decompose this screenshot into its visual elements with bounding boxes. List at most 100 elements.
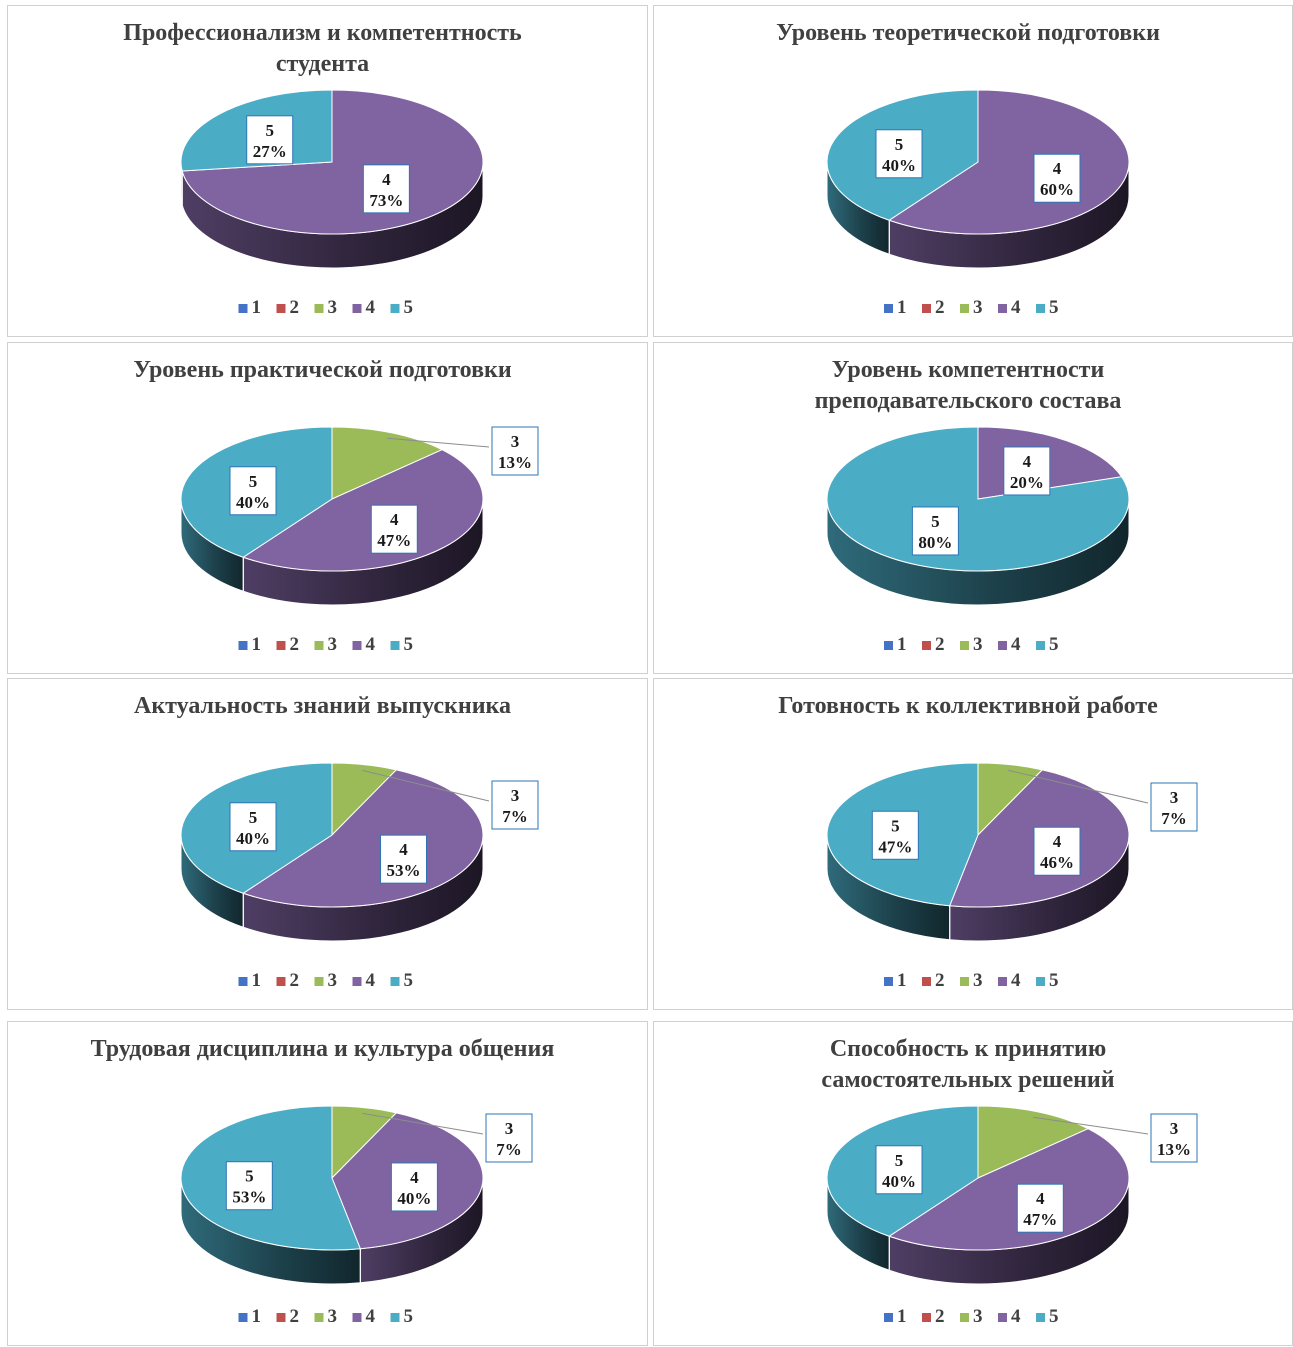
legend-label-4: 4: [366, 634, 376, 655]
legend-swatch-3: [314, 304, 324, 313]
chart-title: преподавательского состава: [815, 388, 1122, 414]
legend-label-5: 5: [1049, 297, 1059, 318]
chart-title: Готовность к коллективной работе: [778, 693, 1158, 719]
legend-swatch-2: [922, 641, 931, 650]
data-label-percent: 60%: [1040, 180, 1074, 199]
pie-chart: Актуальность знаний выпускника 3 7% 4 53% 5 40…: [134, 693, 539, 991]
legend-label-5: 5: [404, 970, 414, 991]
legend-swatch-4: [998, 304, 1007, 313]
legend-label-2: 2: [290, 297, 300, 318]
data-label-category: 5: [931, 512, 940, 531]
legend-swatch-1: [884, 977, 893, 986]
data-label-category: 4: [410, 1168, 419, 1187]
chart-title: студента: [276, 51, 369, 77]
data-label-percent: 27%: [253, 142, 287, 161]
data-label-percent: 20%: [1010, 473, 1044, 492]
data-label-category: 3: [1170, 788, 1179, 807]
data-label-percent: 13%: [498, 453, 532, 472]
data-label-category: 4: [1036, 1189, 1045, 1208]
legend-swatch-2: [922, 1313, 931, 1322]
legend-swatch-3: [314, 641, 324, 650]
legend-swatch-4: [352, 304, 362, 313]
legend-label-4: 4: [366, 297, 376, 318]
chart-title: Актуальность знаний выпускника: [134, 693, 511, 719]
legend-label-2: 2: [290, 634, 300, 655]
legend-swatch-3: [960, 977, 969, 986]
legend-swatch-1: [884, 641, 893, 650]
legend-swatch-2: [276, 977, 286, 986]
legend-label-5: 5: [1049, 970, 1059, 991]
data-label-percent: 73%: [369, 191, 403, 210]
chart-panel: Трудовая дисциплина и культура общения 3 7…: [7, 1021, 648, 1346]
data-label-percent: 40%: [236, 493, 270, 512]
chart-panel: Уровень теоретической подготовки 4 60% 5 40%…: [653, 5, 1293, 337]
chart-legend: 1 2 3 4 5: [884, 1306, 1059, 1327]
legend-label-1: 1: [252, 297, 262, 318]
legend-label-2: 2: [935, 634, 945, 655]
pie-chart: Уровень компетентности преподавательского…: [815, 357, 1130, 655]
legend-swatch-1: [238, 304, 248, 313]
legend-swatch-1: [238, 1313, 248, 1322]
chart-title: самостоятельных решений: [821, 1067, 1114, 1093]
legend-label-4: 4: [1011, 970, 1021, 991]
data-label-category: 3: [1170, 1119, 1179, 1138]
data-label-percent: 47%: [377, 531, 411, 550]
charts-grid: Профессионализм и компетентность студента…: [0, 0, 1293, 1346]
data-label-percent: 40%: [236, 829, 270, 848]
data-label-percent: 7%: [1161, 809, 1187, 828]
data-label-percent: 47%: [1023, 1210, 1057, 1229]
legend-label-5: 5: [1049, 634, 1059, 655]
legend-label-2: 2: [935, 1306, 945, 1327]
legend-swatch-2: [276, 304, 286, 313]
chart-legend: 1 2 3 4 5: [238, 634, 414, 655]
legend-label-5: 5: [404, 1306, 414, 1327]
legend-swatch-4: [998, 641, 1007, 650]
pie-chart: Готовность к коллективной работе 3 7% 4 46% 5…: [778, 693, 1198, 991]
data-label-percent: 80%: [918, 533, 952, 552]
legend-label-4: 4: [366, 970, 376, 991]
legend-label-5: 5: [404, 634, 414, 655]
legend-swatch-5: [1036, 304, 1045, 313]
data-label-percent: 40%: [882, 156, 916, 175]
data-label-category: 5: [895, 135, 904, 154]
pie-chart: Способность к принятию самостоятельных ре…: [821, 1036, 1198, 1327]
legend-label-1: 1: [897, 634, 907, 655]
legend-swatch-2: [276, 641, 286, 650]
chart-title: Профессионализм и компетентность: [123, 20, 522, 46]
chart-title: Трудовая дисциплина и культура общения: [91, 1036, 555, 1062]
legend-swatch-2: [276, 1313, 286, 1322]
data-label-percent: 47%: [878, 837, 912, 856]
data-label-category: 4: [1023, 452, 1032, 471]
chart-panel: Актуальность знаний выпускника 3 7% 4 53% 5 40…: [7, 678, 648, 1010]
data-label-category: 5: [265, 121, 274, 140]
data-label-category: 3: [511, 432, 520, 451]
legend-label-5: 5: [404, 297, 414, 318]
data-label-category: 4: [399, 840, 408, 859]
legend-swatch-3: [960, 1313, 969, 1322]
legend-swatch-3: [960, 641, 969, 650]
pie-chart: Профессионализм и компетентность студента…: [123, 20, 522, 318]
legend-swatch-5: [390, 977, 400, 986]
chart-panel: Профессионализм и компетентность студента…: [7, 5, 648, 337]
data-label-percent: 53%: [386, 861, 420, 880]
data-label-category: 4: [382, 170, 391, 189]
chart-title: Способность к принятию: [830, 1036, 1106, 1062]
legend-label-4: 4: [1011, 1306, 1021, 1327]
legend-swatch-5: [1036, 977, 1045, 986]
legend-label-3: 3: [328, 1306, 338, 1327]
legend-label-3: 3: [328, 297, 338, 318]
data-label-category: 3: [511, 786, 520, 805]
legend-label-2: 2: [290, 970, 300, 991]
chart-title: Уровень практической подготовки: [133, 357, 512, 383]
legend-label-1: 1: [252, 634, 262, 655]
chart-panel: Способность к принятию самостоятельных ре…: [653, 1021, 1293, 1346]
pie-chart: Уровень практической подготовки 3 13% 4 47% 5…: [133, 357, 539, 655]
legend-label-1: 1: [252, 1306, 262, 1327]
legend-swatch-1: [238, 641, 248, 650]
legend-label-1: 1: [897, 297, 907, 318]
legend-label-1: 1: [252, 970, 262, 991]
legend-label-4: 4: [1011, 297, 1021, 318]
data-label-category: 3: [505, 1119, 514, 1138]
legend-swatch-5: [390, 641, 400, 650]
legend-label-3: 3: [973, 1306, 983, 1327]
